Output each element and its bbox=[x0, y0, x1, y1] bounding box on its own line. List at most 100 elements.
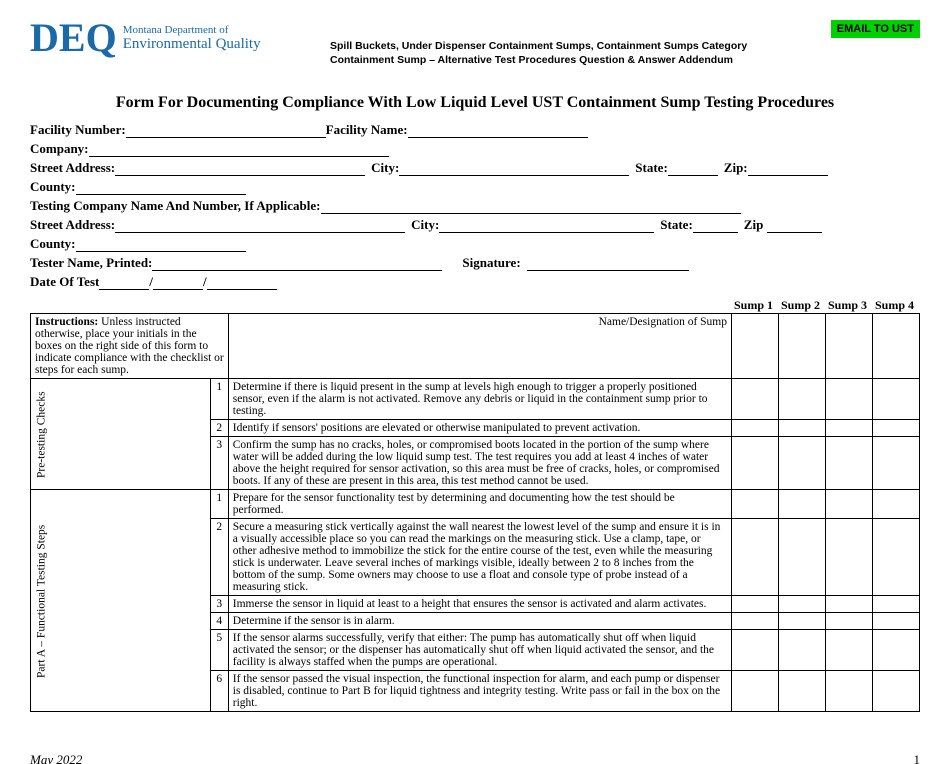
sump2-name-input[interactable] bbox=[779, 314, 826, 379]
facility-name-label: Facility Name: bbox=[326, 122, 408, 138]
a1-s1[interactable] bbox=[732, 490, 779, 519]
pre1-s3[interactable] bbox=[826, 379, 873, 420]
email-to-ust-button[interactable]: EMAIL TO UST bbox=[831, 20, 920, 38]
logo-line2: Environmental Quality bbox=[123, 36, 261, 53]
a1-s2[interactable] bbox=[779, 490, 826, 519]
a-row-5: If the sensor alarms successfully, verif… bbox=[228, 630, 731, 671]
testing-company-label: Testing Company Name And Number, If Appl… bbox=[30, 198, 321, 214]
a5-s4[interactable] bbox=[873, 630, 920, 671]
a6-s2[interactable] bbox=[779, 671, 826, 712]
a6-s4[interactable] bbox=[873, 671, 920, 712]
county-2-input[interactable] bbox=[76, 236, 246, 252]
sump4-name-input[interactable] bbox=[873, 314, 920, 379]
deq-logo: DEQ Montana Department of Environmental … bbox=[30, 20, 261, 56]
date-mm-input[interactable] bbox=[99, 274, 149, 290]
logo-abbr: DEQ bbox=[30, 20, 117, 56]
a6-s1[interactable] bbox=[732, 671, 779, 712]
footer-page: 1 bbox=[914, 752, 921, 764]
company-input[interactable] bbox=[89, 141, 389, 157]
pre1-s4[interactable] bbox=[873, 379, 920, 420]
pre2-s1[interactable] bbox=[732, 420, 779, 437]
name-designation-label: Name/Designation of Sump bbox=[228, 314, 731, 379]
a5-s3[interactable] bbox=[826, 630, 873, 671]
county-2-label: County: bbox=[30, 236, 76, 252]
street-address-2-label: Street Address: bbox=[30, 217, 115, 233]
facility-name-input[interactable] bbox=[408, 122, 588, 138]
tester-name-input[interactable] bbox=[152, 255, 442, 271]
a4-s1[interactable] bbox=[732, 613, 779, 630]
sump3-name-input[interactable] bbox=[826, 314, 873, 379]
sump-column-headers: Sump 1Sump 2Sump 3Sump 4 bbox=[30, 298, 920, 313]
city-input[interactable] bbox=[399, 160, 629, 176]
street-address-label: Street Address: bbox=[30, 160, 115, 176]
sump1-name-input[interactable] bbox=[732, 314, 779, 379]
county-input[interactable] bbox=[76, 179, 246, 195]
state-input[interactable] bbox=[668, 160, 718, 176]
zip-2-input[interactable] bbox=[767, 217, 822, 233]
pre3-s3[interactable] bbox=[826, 437, 873, 490]
city-2-label: City: bbox=[411, 217, 439, 233]
tester-name-label: Tester Name, Printed: bbox=[30, 255, 152, 271]
pre-row-3: Confirm the sump has no cracks, holes, o… bbox=[228, 437, 731, 490]
part-a-section-label: Part A – Functional Testing Steps bbox=[31, 490, 211, 712]
pre3-s4[interactable] bbox=[873, 437, 920, 490]
zip-label: Zip: bbox=[724, 160, 748, 176]
street-address-2-input[interactable] bbox=[115, 217, 405, 233]
a2-s3[interactable] bbox=[826, 519, 873, 596]
signature-label: Signature: bbox=[462, 255, 520, 271]
street-address-input[interactable] bbox=[115, 160, 365, 176]
a-row-4: Determine if the sensor is in alarm. bbox=[228, 613, 731, 630]
pre-row-2: Identify if sensors' positions are eleva… bbox=[228, 420, 731, 437]
state-label: State: bbox=[635, 160, 668, 176]
a-row-2: Secure a measuring stick vertically agai… bbox=[228, 519, 731, 596]
a5-s1[interactable] bbox=[732, 630, 779, 671]
a-row-6: If the sensor passed the visual inspecti… bbox=[228, 671, 731, 712]
state-2-input[interactable] bbox=[693, 217, 738, 233]
instructions-cell: Instructions: Unless instructed otherwis… bbox=[31, 314, 229, 379]
pre2-s3[interactable] bbox=[826, 420, 873, 437]
a3-s4[interactable] bbox=[873, 596, 920, 613]
a4-s3[interactable] bbox=[826, 613, 873, 630]
a1-s3[interactable] bbox=[826, 490, 873, 519]
pre1-s1[interactable] bbox=[732, 379, 779, 420]
logo-line1: Montana Department of bbox=[123, 24, 261, 36]
date-of-test-label: Date Of Test bbox=[30, 274, 99, 290]
state-2-label: State: bbox=[660, 217, 693, 233]
form-title: Form For Documenting Compliance With Low… bbox=[30, 94, 920, 112]
pre-testing-section-label: Pre-testing Checks bbox=[31, 379, 211, 490]
signature-line[interactable] bbox=[527, 257, 690, 271]
header-subtitle: Spill Buckets, Under Dispenser Containme… bbox=[330, 40, 747, 67]
a3-s3[interactable] bbox=[826, 596, 873, 613]
a4-s4[interactable] bbox=[873, 613, 920, 630]
zip-2-label: Zip bbox=[744, 217, 764, 233]
a-row-3: Immerse the sensor in liquid at least to… bbox=[228, 596, 731, 613]
a2-s2[interactable] bbox=[779, 519, 826, 596]
a6-s3[interactable] bbox=[826, 671, 873, 712]
a2-s4[interactable] bbox=[873, 519, 920, 596]
checklist-table: Instructions: Unless instructed otherwis… bbox=[30, 313, 920, 712]
facility-number-label: Facility Number: bbox=[30, 122, 126, 138]
a5-s2[interactable] bbox=[779, 630, 826, 671]
a2-s1[interactable] bbox=[732, 519, 779, 596]
pre-row-1: Determine if there is liquid present in … bbox=[228, 379, 731, 420]
pre2-s2[interactable] bbox=[779, 420, 826, 437]
pre1-s2[interactable] bbox=[779, 379, 826, 420]
city-label: City: bbox=[371, 160, 399, 176]
a-row-1: Prepare for the sensor functionality tes… bbox=[228, 490, 731, 519]
a3-s1[interactable] bbox=[732, 596, 779, 613]
zip-input[interactable] bbox=[748, 160, 828, 176]
pre2-s4[interactable] bbox=[873, 420, 920, 437]
date-yy-input[interactable] bbox=[207, 274, 277, 290]
a3-s2[interactable] bbox=[779, 596, 826, 613]
a4-s2[interactable] bbox=[779, 613, 826, 630]
footer-date: May 2022 bbox=[30, 752, 82, 764]
company-label: Company: bbox=[30, 141, 89, 157]
facility-number-input[interactable] bbox=[126, 122, 326, 138]
pre3-s2[interactable] bbox=[779, 437, 826, 490]
county-label: County: bbox=[30, 179, 76, 195]
date-dd-input[interactable] bbox=[153, 274, 203, 290]
pre3-s1[interactable] bbox=[732, 437, 779, 490]
testing-company-input[interactable] bbox=[321, 198, 741, 214]
a1-s4[interactable] bbox=[873, 490, 920, 519]
city-2-input[interactable] bbox=[439, 217, 654, 233]
